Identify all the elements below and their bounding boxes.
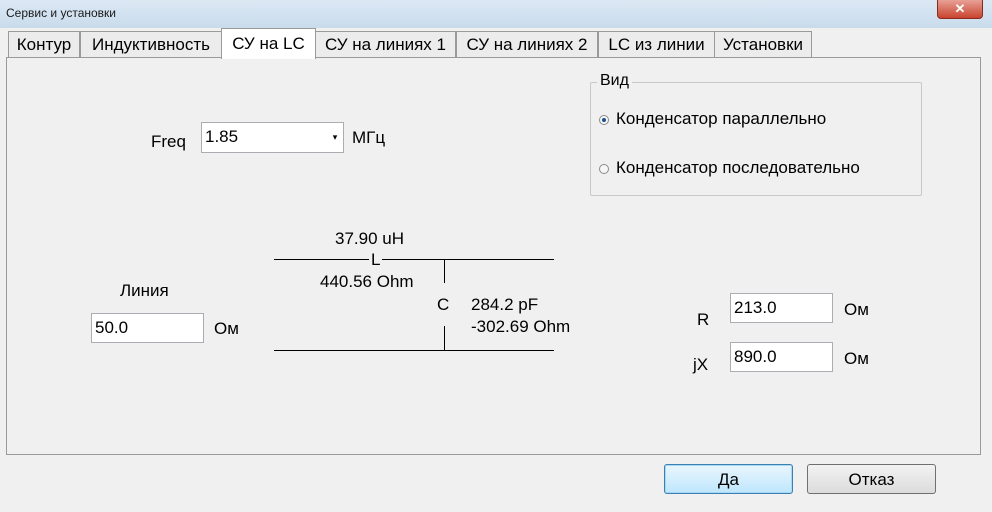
freq-label: Freq [151,132,186,151]
tab-su-lines-2[interactable]: СУ на линиях 2 [456,31,598,57]
freq-value: 1.85 [205,127,239,146]
view-groupbox: Вид Конденсатор параллельно Конденсатор … [590,72,922,196]
inductance-value: 37.90 uH [335,229,404,248]
r-unit: Ом [844,300,869,319]
radio-parallel-label[interactable]: Конденсатор параллельно [616,109,826,129]
capacitance-value: 284.2 pF [471,295,539,314]
line-label: Линия [120,281,169,300]
ok-button[interactable]: Да [664,464,793,494]
line-unit: Ом [214,319,239,338]
freq-combobox[interactable]: 1.85 ▾ [201,122,344,153]
title-bar: Сервис и установки ✕ [0,0,992,28]
jx-input[interactable]: 890.0 [730,342,833,372]
tab-inductance[interactable]: Индуктивность [80,31,222,57]
tab-settings[interactable]: Установки [714,31,812,57]
radio-series-label[interactable]: Конденсатор последовательно [616,158,860,178]
line-impedance-input[interactable]: 50.0 [91,313,204,343]
jx-unit: Ом [844,349,869,368]
window-title: Сервис и установки [6,6,116,20]
capacitor-lead-top [444,259,445,283]
capacitor-reactance: -302.69 Ohm [471,317,571,336]
cancel-button[interactable]: Отказ [807,464,936,494]
tab-su-lines-1[interactable]: СУ на линиях 1 [315,31,456,57]
view-legend: Вид [597,72,632,90]
radio-parallel[interactable] [599,115,609,125]
r-input[interactable]: 213.0 [730,293,833,323]
tab-kontur[interactable]: Контур [8,31,80,57]
jx-label: jX [693,355,709,374]
schematic-bottom-wire [274,350,554,351]
dialog: Контур Индуктивность СУ на LC СУ на лини… [0,28,992,512]
chevron-down-icon[interactable]: ▾ [329,123,341,151]
r-label: R [697,310,710,329]
inductor-label: L [369,250,383,270]
tab-su-lc[interactable]: СУ на LC [221,28,316,59]
close-button[interactable]: ✕ [937,0,983,19]
schematic-top-wire [274,259,554,260]
tab-lc-from-line[interactable]: LC из линии [598,31,715,57]
tab-panel: Freq 1.85 ▾ МГц Вид Конденсатор параллел… [6,57,981,455]
capacitor-label: C [437,295,450,314]
radio-series[interactable] [599,164,609,174]
freq-unit: МГц [352,128,386,147]
capacitor-lead-bottom [444,326,445,350]
inductor-reactance: 440.56 Ohm [320,272,414,291]
